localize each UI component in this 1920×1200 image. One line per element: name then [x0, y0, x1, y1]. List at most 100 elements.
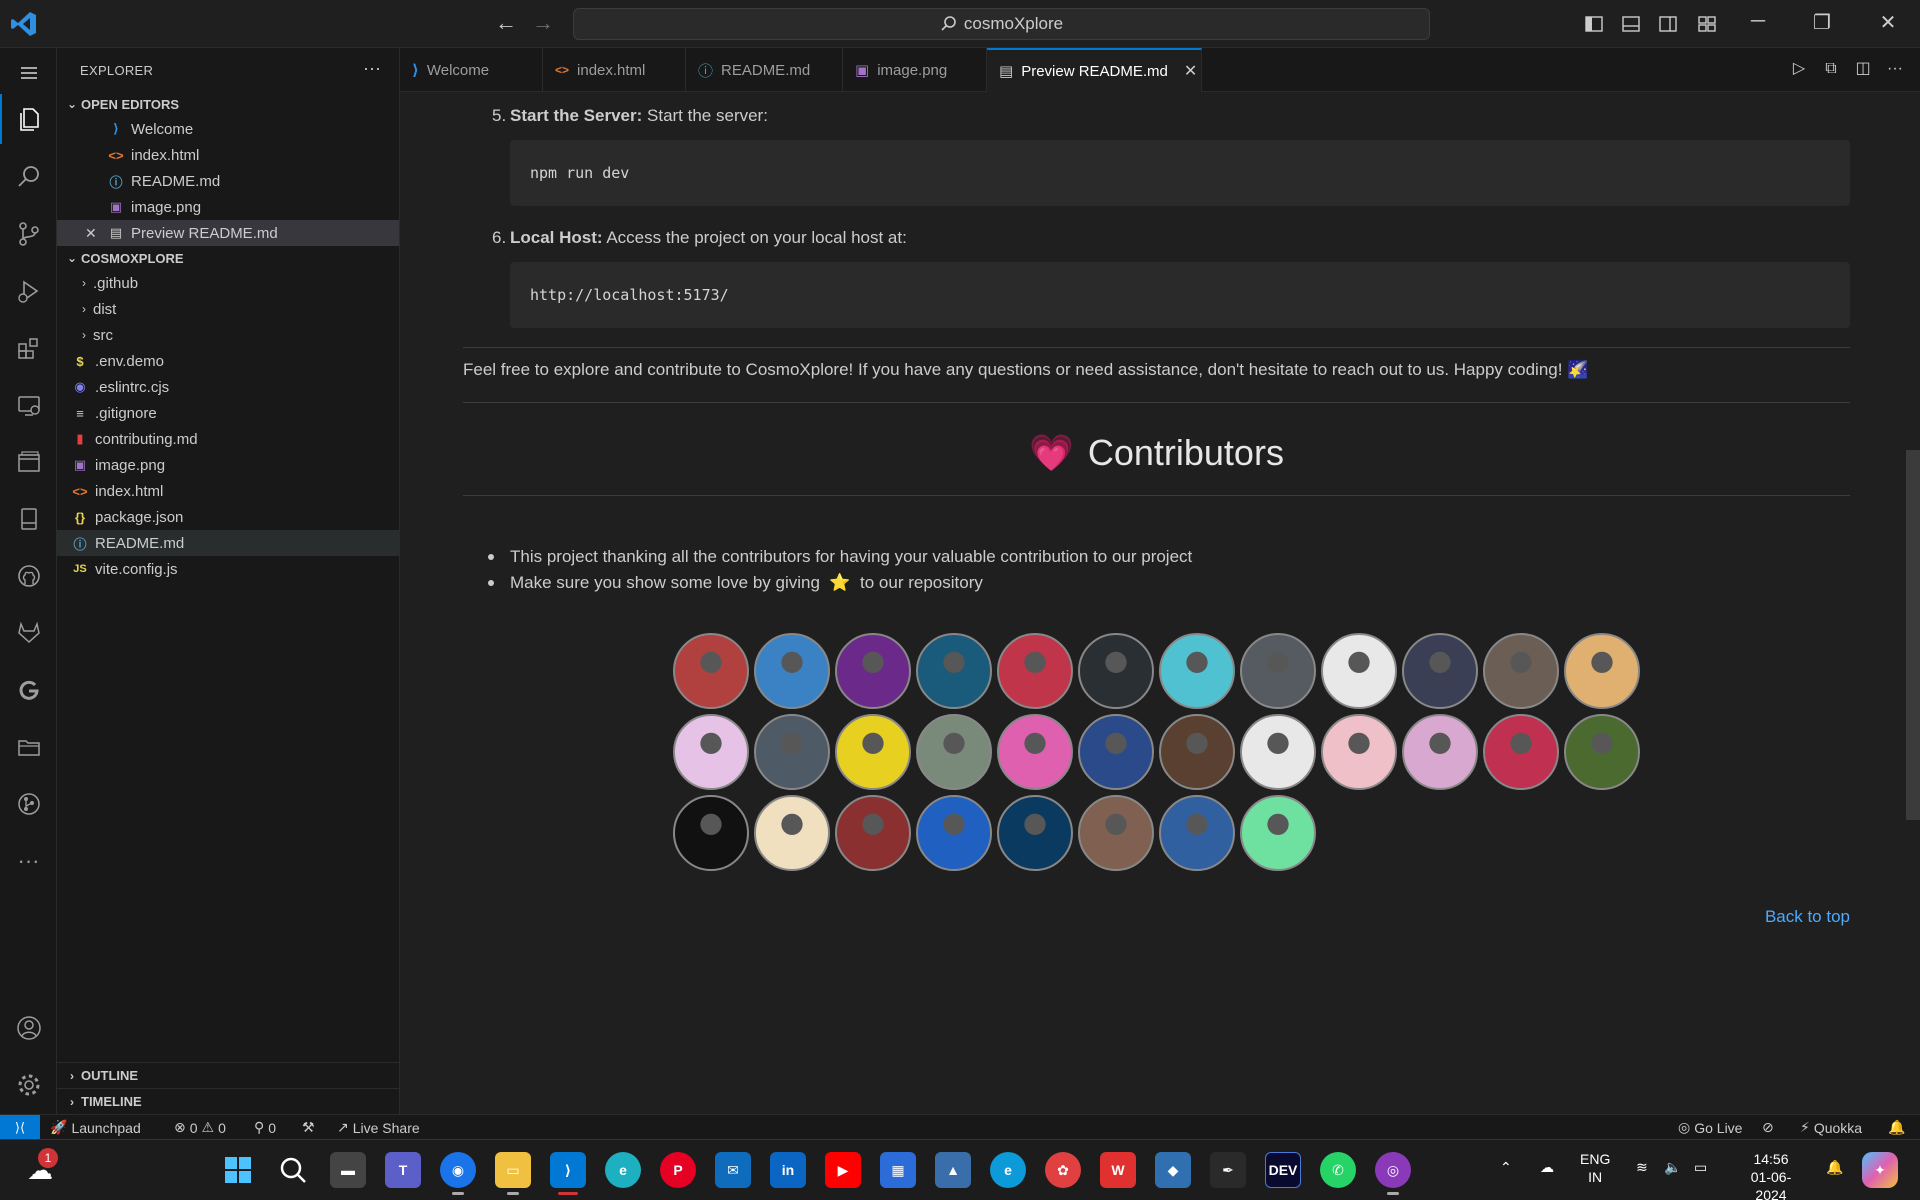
contributor-avatar[interactable] [1078, 714, 1154, 790]
close-window-icon[interactable]: ✕ [1873, 10, 1903, 35]
contributor-avatar[interactable] [1240, 795, 1316, 871]
run-icon[interactable]: ▷ [1790, 60, 1808, 78]
search-view-icon[interactable] [0, 152, 57, 202]
chevron-up-icon[interactable]: ⌃ [1500, 1158, 1512, 1176]
contributor-avatar[interactable] [754, 795, 830, 871]
source-control-icon[interactable] [0, 209, 57, 259]
contributor-avatar[interactable] [1402, 633, 1478, 709]
close-tab-icon[interactable]: ✕ [1184, 61, 1197, 81]
file-index-html[interactable]: <> index.html [57, 478, 399, 504]
contributor-avatar[interactable] [1078, 633, 1154, 709]
manage-gear-icon[interactable] [0, 1060, 57, 1110]
contributor-avatar[interactable] [1159, 795, 1235, 871]
file-eslintrc[interactable]: ◉ .eslintrc.cjs [57, 374, 399, 400]
tabs-manager-icon[interactable] [0, 437, 57, 487]
tab-image-png[interactable]: ▣ image.png [843, 48, 987, 92]
more-views-icon[interactable]: ··· [0, 836, 57, 886]
mail-icon[interactable]: ✉ [715, 1152, 751, 1188]
contributor-avatar[interactable] [1321, 633, 1397, 709]
gitkraken-icon[interactable] [0, 665, 57, 715]
contributor-avatar[interactable] [1564, 714, 1640, 790]
close-icon[interactable]: ✕ [85, 225, 105, 242]
contributor-avatar[interactable] [1240, 633, 1316, 709]
edge-dev-icon[interactable]: e [990, 1152, 1026, 1188]
contributor-avatar[interactable] [1483, 633, 1559, 709]
contributor-avatar[interactable] [754, 633, 830, 709]
edge-icon[interactable]: e [605, 1152, 641, 1188]
matlab-icon[interactable]: ▲ [935, 1152, 971, 1188]
contributor-avatar[interactable] [1564, 633, 1640, 709]
tab-preview-readme[interactable]: ▤ Preview README.md ✕ [987, 48, 1202, 92]
clock[interactable]: 14:56 01-06-2024 [1736, 1150, 1806, 1200]
file-env-demo[interactable]: $ .env.demo [57, 348, 399, 374]
file-image-png[interactable]: ▣ image.png [57, 452, 399, 478]
tab-readme[interactable]: ⓘ README.md [686, 48, 843, 92]
extensions-icon[interactable] [0, 323, 57, 373]
open-editors-section[interactable]: ⌄ OPEN EDITORS [57, 92, 399, 116]
linkedin-icon[interactable]: in [770, 1152, 806, 1188]
contributor-avatar[interactable] [835, 633, 911, 709]
contributor-avatar[interactable] [997, 714, 1073, 790]
file-contributing[interactable]: ▮ contributing.md [57, 426, 399, 452]
folder-src[interactable]: › src [57, 322, 399, 348]
folder-dist[interactable]: › dist [57, 296, 399, 322]
search-taskbar-icon[interactable] [275, 1152, 311, 1188]
contributor-avatar[interactable] [916, 795, 992, 871]
contributor-avatar[interactable] [1078, 795, 1154, 871]
battery-icon[interactable]: ▭ [1694, 1158, 1707, 1176]
volume-icon[interactable]: 🔈 [1664, 1158, 1681, 1176]
github-icon[interactable] [0, 551, 57, 601]
restore-icon[interactable]: ❐ [1807, 10, 1837, 35]
open-editor-welcome[interactable]: ⟩ Welcome [57, 116, 399, 142]
preview-scrollbar[interactable] [1906, 450, 1920, 820]
contributor-avatar[interactable] [916, 633, 992, 709]
copilot-taskbar-icon[interactable]: ✦ [1862, 1152, 1898, 1188]
file-explorer-icon[interactable]: ▭ [495, 1152, 531, 1195]
contributor-avatar[interactable] [997, 633, 1073, 709]
contributor-avatar[interactable] [835, 795, 911, 871]
folder-github[interactable]: › .github [57, 270, 399, 296]
open-source-icon[interactable]: ⧉ [1822, 60, 1840, 78]
youtube-icon[interactable]: ▶ [825, 1152, 861, 1188]
testing-icon[interactable] [0, 494, 57, 544]
inkscape-icon[interactable]: ✒ [1210, 1152, 1246, 1188]
outline-section[interactable]: › OUTLINE [57, 1062, 400, 1088]
tools-icon[interactable]: ⚒ [302, 1119, 315, 1136]
pinterest-icon[interactable]: P [660, 1152, 696, 1188]
problems-indicator[interactable]: ⊗ 0 ⚠ 0 [174, 1119, 226, 1136]
contributor-avatar[interactable] [1402, 714, 1478, 790]
back-arrow-icon[interactable]: ← [495, 12, 517, 34]
launchpad-button[interactable]: 🚀 Launchpad [50, 1119, 141, 1136]
file-vite-config[interactable]: JS vite.config.js [57, 556, 399, 582]
whatsapp-icon[interactable]: ✆ [1320, 1152, 1356, 1188]
quokka-button[interactable]: ⚡ Quokka [1800, 1119, 1862, 1136]
store-icon[interactable]: ▦ [880, 1152, 916, 1188]
task-view-icon[interactable]: ▬ [330, 1152, 366, 1188]
git-graph-icon[interactable] [0, 779, 57, 829]
photos-icon[interactable]: ✿ [1045, 1152, 1081, 1188]
go-live-button[interactable]: ◎ Go Live [1678, 1119, 1742, 1136]
virtualbox-icon[interactable]: ◆ [1155, 1152, 1191, 1188]
github-desktop-icon[interactable]: ◎ [1375, 1152, 1411, 1195]
tab-index-html[interactable]: <> index.html [543, 48, 686, 92]
wifi-icon[interactable]: ≋ [1636, 1158, 1648, 1176]
remote-explorer-icon[interactable] [0, 380, 57, 430]
contributor-avatar[interactable] [916, 714, 992, 790]
toggle-secondary-sidebar-icon[interactable] [1658, 14, 1678, 34]
contributor-avatar[interactable] [1483, 714, 1559, 790]
explorer-icon[interactable] [0, 94, 57, 144]
minimize-icon[interactable]: ─ [1743, 10, 1773, 33]
tab-welcome[interactable]: ⟩ Welcome [400, 48, 543, 92]
contributor-avatar[interactable] [997, 795, 1073, 871]
contributor-avatar[interactable] [1159, 714, 1235, 790]
project-section[interactable]: ⌄ COSMOXPLORE [57, 246, 399, 270]
contributor-avatar[interactable] [754, 714, 830, 790]
wps-office-icon[interactable]: W [1100, 1152, 1136, 1188]
toggle-panel-icon[interactable] [1621, 14, 1641, 34]
toggle-primary-sidebar-icon[interactable] [1584, 14, 1604, 34]
open-editor-index-html[interactable]: <> index.html [57, 142, 399, 168]
contributor-avatar[interactable] [673, 795, 749, 871]
notifications-bell-icon[interactable]: 🔔 [1888, 1119, 1905, 1136]
live-share-button[interactable]: ↗ Live Share [337, 1119, 420, 1136]
language-indicator[interactable]: ENG IN [1580, 1150, 1610, 1186]
